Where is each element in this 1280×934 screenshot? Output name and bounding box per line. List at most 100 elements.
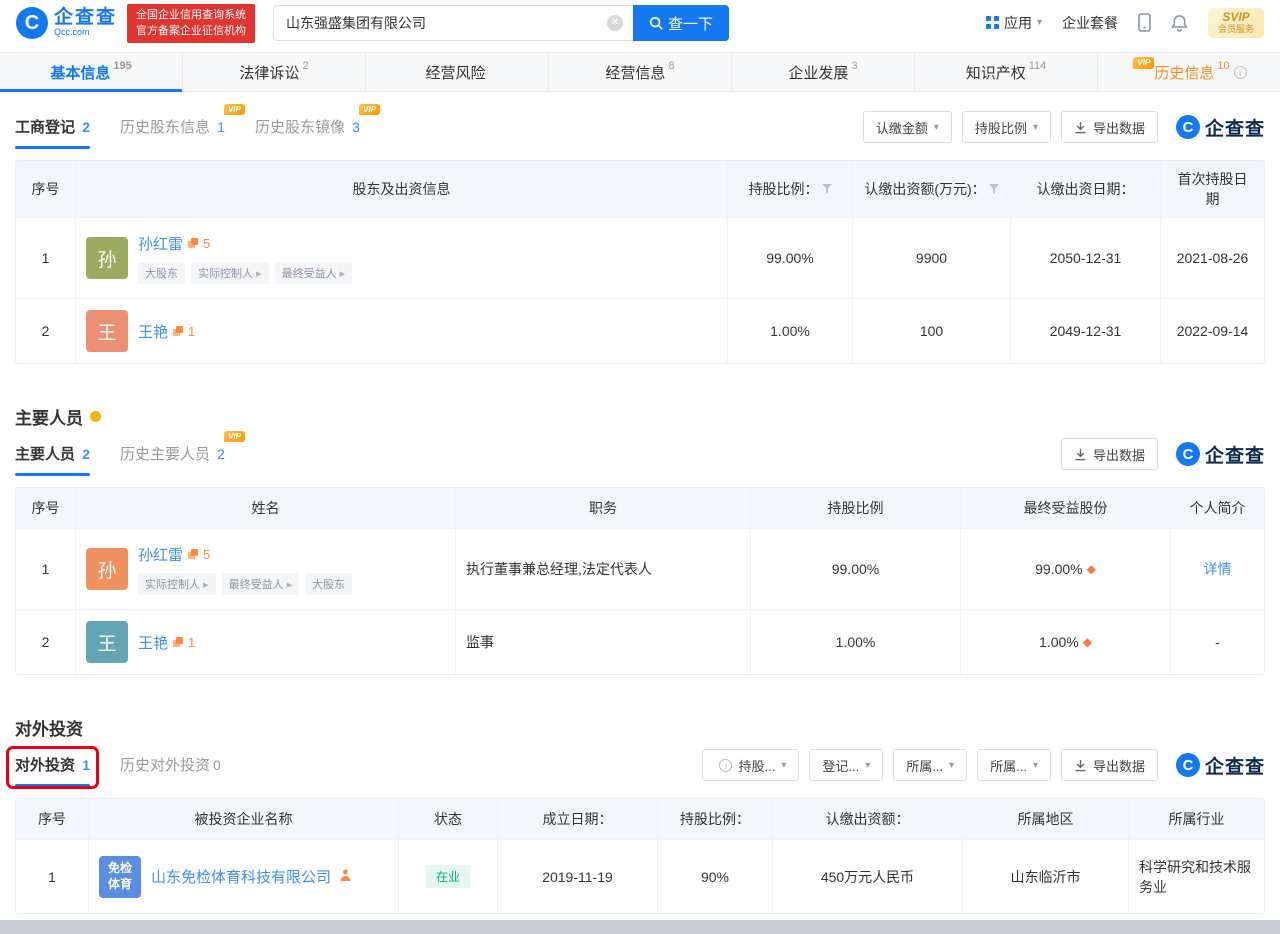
related-companies-count: 5 — [203, 236, 210, 251]
tag-actual-controller[interactable]: 实际控制人 — [138, 573, 216, 595]
tab-intellectual-property[interactable]: 知识产权114 — [915, 53, 1098, 91]
person-name-link[interactable]: 孙红雷 — [138, 544, 183, 565]
tag-major-shareholder: 大股东 — [138, 262, 185, 284]
subtab-outbound-investment[interactable]: 对外投资 1 — [15, 744, 90, 787]
ratio-cell: 99.00% — [728, 218, 853, 298]
related-companies-count: 1 — [188, 324, 195, 339]
chevron-down-icon: ▾ — [949, 760, 954, 771]
related-companies-icon — [187, 548, 199, 560]
avatar: 王 — [86, 310, 128, 352]
qcc-watermark: C 企查查 — [1176, 441, 1265, 468]
benefit-gem-icon: ◆ — [1087, 562, 1096, 576]
tab-legal-litigation[interactable]: 法律诉讼2 — [183, 53, 366, 91]
mobile-app-icon[interactable] — [1138, 13, 1151, 32]
subtab-count: 3 — [352, 119, 360, 135]
col-seq: 序号 — [16, 799, 89, 839]
status-badge: 在业 — [426, 865, 470, 888]
founded-cell: 2019-11-19 — [498, 840, 658, 913]
profile-detail-link[interactable]: 详情 — [1204, 559, 1232, 579]
export-data-button[interactable]: 导出数据 — [1061, 111, 1158, 143]
col-invested-company: 被投资企业名称 — [89, 799, 399, 839]
subtab-history-shareholder-info[interactable]: 历史股东信息 1 VIP — [120, 106, 225, 149]
col-subscribed-amount[interactable]: 认缴出资额(万元)： — [853, 161, 1011, 217]
enterprise-package-link[interactable]: 企业套餐 — [1062, 13, 1118, 33]
tag-ultimate-beneficiary[interactable]: 最终受益人 — [222, 573, 300, 595]
tab-operating-risk[interactable]: 经营风险 — [366, 53, 549, 91]
industry-filter-dropdown[interactable]: 所属... ▾ — [977, 749, 1051, 781]
chevron-down-icon: ▾ — [781, 760, 786, 771]
svip-membership-badge[interactable]: SVIP 会员服务 — [1208, 8, 1264, 37]
hint-dot-icon — [90, 411, 101, 422]
tab-company-development[interactable]: 企业发展3 — [732, 53, 915, 91]
sub-date-cell: 2049-12-31 — [1011, 299, 1161, 363]
company-cell: 免检 体育 山东免检体育科技有限公司 — [89, 840, 399, 913]
col-founded-date[interactable]: 成立日期： — [498, 799, 658, 839]
col-subscription-date: 认缴出资日期： — [1011, 161, 1161, 217]
search-button[interactable]: 查一下 — [633, 5, 729, 41]
person-cell: 孙 孙红雷 5 实际控制人 最终受益人 大股东 — [76, 529, 456, 609]
col-name: 姓名 — [76, 488, 456, 528]
page-bottom-edge — [0, 920, 1280, 934]
tab-history-info[interactable]: VIP 历史信息10 i — [1098, 53, 1280, 91]
shareholding-ratio-dropdown[interactable]: 持股比例 ▾ — [962, 111, 1051, 143]
app-menu[interactable]: 应用 ▾ — [986, 13, 1042, 33]
credential-line1: 全国企业信用查询系统 — [136, 7, 246, 24]
app-menu-label: 应用 — [1004, 13, 1032, 33]
qcc-watermark-icon: C — [1176, 753, 1200, 777]
subtab-business-registration[interactable]: 工商登记 2 — [15, 106, 90, 149]
tab-count: 195 — [113, 60, 131, 72]
tab-count: 8 — [668, 60, 674, 72]
search-input[interactable] — [273, 5, 633, 41]
shareholder-name-link[interactable]: 孙红雷 — [138, 233, 183, 254]
col-ratio[interactable]: 持股比例： — [728, 161, 853, 217]
col-subscribed-amount[interactable]: 认缴出资额： — [773, 799, 963, 839]
profile-cell: 详情 — [1171, 529, 1264, 609]
col-industry: 所属行业 — [1129, 799, 1264, 839]
equity-person-icon[interactable] — [339, 869, 352, 882]
main-nav-tabs: 基本信息195 法律诉讼2 经营风险 经营信息8 企业发展3 知识产权114 V… — [0, 52, 1280, 92]
export-data-button[interactable]: 导出数据 — [1061, 438, 1158, 470]
col-ratio: 持股比例 — [751, 488, 961, 528]
subtab-history-shareholder-mirror[interactable]: 历史股东镜像 3 VIP — [255, 106, 360, 149]
search-icon — [649, 16, 663, 30]
shareholding-filter-dropdown[interactable]: i 持股... ▾ — [702, 749, 799, 781]
seq-cell: 2 — [16, 610, 76, 674]
qcc-watermark: C 企查查 — [1176, 752, 1265, 779]
svip-sub-label: 会员服务 — [1218, 25, 1254, 35]
tab-count: 114 — [1029, 60, 1047, 72]
subtab-key-personnel[interactable]: 主要人员 2 — [15, 433, 90, 476]
registration-filter-dropdown[interactable]: 登记... ▾ — [809, 749, 883, 781]
tag-ultimate-beneficiary[interactable]: 最终受益人 — [275, 262, 353, 284]
table-row: 1 孙 孙红雷 5 实际控制人 最终受益人 — [16, 528, 1264, 609]
region-filter-dropdown[interactable]: 所属... ▾ — [893, 749, 967, 781]
qcc-watermark-icon: C — [1176, 115, 1200, 139]
company-name-link[interactable]: 山东免检体育科技有限公司 — [151, 869, 331, 886]
first-date-cell: 2022-09-14 — [1161, 299, 1264, 363]
clear-search-icon[interactable]: ✕ — [607, 15, 623, 31]
table-row: 2 王 王艳 1 监事 1.00% — [16, 609, 1264, 674]
investment-section-title: 对外投资 — [15, 715, 1265, 740]
vip-badge: VIP — [224, 431, 245, 443]
chevron-down-icon: ▾ — [1033, 760, 1038, 771]
tag-actual-controller[interactable]: 实际控制人 — [191, 262, 269, 284]
export-data-button[interactable]: 导出数据 — [1061, 749, 1158, 781]
vip-badge: VIP — [359, 104, 380, 116]
vip-badge: VIP — [224, 104, 245, 116]
tab-basic-info[interactable]: 基本信息195 — [0, 53, 183, 91]
qcc-logo[interactable]: C 企查查 Qcc.com — [16, 7, 117, 39]
notifications-bell-icon[interactable] — [1171, 14, 1188, 32]
person-name-link[interactable]: 王艳 — [138, 632, 168, 653]
col-shareholder-info: 股东及出资信息 — [76, 161, 728, 217]
related-companies-icon — [187, 237, 199, 249]
shareholders-table-header: 序号 股东及出资信息 持股比例： 认缴出资额(万元)： 认缴出资日期： 首次持股… — [16, 161, 1264, 217]
subtab-history-outbound-investment[interactable]: 历史对外投资0 — [120, 744, 221, 787]
subscribed-amount-dropdown[interactable]: 认缴金额 ▾ — [863, 111, 952, 143]
shareholder-name-link[interactable]: 王艳 — [138, 321, 168, 342]
subtab-history-key-personnel[interactable]: 历史主要人员 2 VIP — [120, 433, 225, 476]
tab-operating-info[interactable]: 经营信息8 — [549, 53, 732, 91]
page: C 企查查 Qcc.com 全国企业信用查询系统 官方备案企业征信机构 ✕ 查一… — [0, 0, 1280, 934]
qcc-watermark: C 企查查 — [1176, 114, 1265, 141]
logo-domain: Qcc.com — [54, 28, 117, 37]
col-ratio[interactable]: 持股比例： — [658, 799, 773, 839]
seq-cell: 2 — [16, 299, 76, 363]
